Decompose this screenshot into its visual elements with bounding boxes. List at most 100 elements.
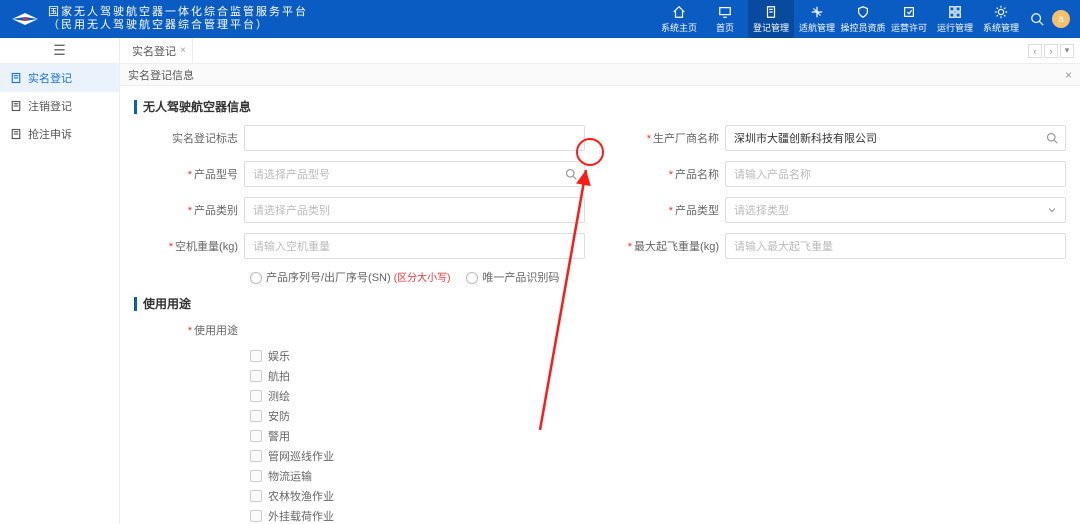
gear-icon [994, 5, 1008, 19]
checkbox-icon [250, 490, 262, 502]
nav-label: 操控员资质 [840, 21, 885, 34]
usage-checkbox[interactable]: 物流运输 [250, 468, 1066, 484]
tab-menu-button[interactable]: ▾ [1060, 44, 1074, 58]
label-category: 产品类别 [134, 202, 244, 218]
usage-option-label: 警用 [268, 428, 290, 444]
search-icon[interactable] [1045, 131, 1059, 145]
label-usage: 使用用途 [134, 322, 244, 338]
checkbox-icon [250, 450, 262, 462]
nav-item[interactable]: 登记管理 [748, 0, 794, 38]
checkbox-icon [250, 510, 262, 522]
usage-checkbox[interactable]: 测绘 [250, 388, 1066, 404]
placeholder-text: 请输入空机重量 [253, 238, 330, 254]
grid-icon [948, 5, 962, 19]
sidebar-collapse-button[interactable]: ☰ [0, 38, 119, 64]
nav-label: 首页 [716, 21, 734, 34]
doc-icon [10, 100, 22, 112]
app-logo [10, 9, 40, 29]
avatar[interactable]: a [1052, 10, 1070, 28]
usage-checkbox[interactable]: 航拍 [250, 368, 1066, 384]
tab-label: 实名登记 [132, 43, 176, 59]
search-icon[interactable] [1030, 12, 1044, 26]
sidebar-item-label: 注销登记 [28, 98, 72, 114]
nav-item[interactable]: 适航管理 [794, 0, 840, 38]
label-product-name: 产品名称 [615, 166, 725, 182]
radio-sn[interactable]: 产品序列号/出厂序号(SN) (区分大小写) [250, 269, 450, 285]
nav-item[interactable]: 系统主页 [656, 0, 702, 38]
checkbox-icon [250, 390, 262, 402]
nav-label: 系统主页 [661, 21, 697, 34]
close-icon[interactable]: × [180, 45, 186, 56]
doc-icon [10, 128, 22, 140]
sidebar-item-label: 抢注申诉 [28, 126, 72, 142]
nav-item[interactable]: 首页 [702, 0, 748, 38]
nav-label: 运营许可 [891, 21, 927, 34]
app-title-2: （民用无人驾驶航空器综合管理平台） [48, 19, 308, 32]
cert-icon [902, 5, 916, 19]
checkbox-icon [250, 430, 262, 442]
product-name-input[interactable]: 请输入产品名称 [725, 161, 1066, 187]
placeholder-text: 请输入最大起飞重量 [734, 238, 833, 254]
usage-option-label: 航拍 [268, 368, 290, 384]
product-model-input[interactable]: 请选择产品型号 [244, 161, 585, 187]
product-category-select[interactable]: 请选择产品类别 [244, 197, 585, 223]
home-icon [672, 5, 686, 19]
tab-realname-register[interactable]: 实名登记 × [126, 38, 193, 64]
search-icon[interactable] [564, 167, 578, 181]
manufacturer-value: 深圳市大疆创新科技有限公司 [734, 130, 877, 146]
label-reg-mark: 实名登记标志 [134, 130, 244, 146]
placeholder-text: 请选择产品类别 [253, 202, 330, 218]
nav-item[interactable]: 运行管理 [932, 0, 978, 38]
usage-option-label: 安防 [268, 408, 290, 424]
placeholder-text: 请选择类型 [734, 202, 789, 218]
label-model: 产品型号 [134, 166, 244, 182]
plane-icon [810, 5, 824, 19]
radio-uid[interactable]: 唯一产品识别码 [466, 269, 559, 285]
breadcrumb: 实名登记信息 [128, 67, 194, 83]
nav-item[interactable]: 运营许可 [886, 0, 932, 38]
product-type-select[interactable]: 请选择类型 [725, 197, 1066, 223]
checkbox-icon [250, 470, 262, 482]
usage-checkbox[interactable]: 娱乐 [250, 348, 1066, 364]
nav-label: 运行管理 [937, 21, 973, 34]
usage-option-label: 娱乐 [268, 348, 290, 364]
nav-item[interactable]: 操控员资质 [840, 0, 886, 38]
usage-checkbox[interactable]: 警用 [250, 428, 1066, 444]
label-type: 产品类型 [615, 202, 725, 218]
sidebar-item[interactable]: 实名登记 [0, 64, 119, 92]
label-manufacturer: 生产厂商名称 [615, 130, 725, 146]
usage-option-label: 物流运输 [268, 468, 312, 484]
nav-item[interactable]: 系统管理 [978, 0, 1024, 38]
sidebar-item[interactable]: 抢注申诉 [0, 120, 119, 148]
label-mtow: 最大起飞重量(kg) [615, 238, 725, 254]
usage-option-label: 外挂载荷作业 [268, 508, 334, 524]
usage-checkbox[interactable]: 安防 [250, 408, 1066, 424]
label-empty-weight: 空机重量(kg) [134, 238, 244, 254]
empty-weight-input[interactable]: 请输入空机重量 [244, 233, 585, 259]
nav-label: 适航管理 [799, 21, 835, 34]
chevron-down-icon[interactable] [1045, 203, 1059, 217]
checkbox-icon [250, 410, 262, 422]
checkbox-icon [250, 370, 262, 382]
usage-checkbox[interactable]: 外挂载荷作业 [250, 508, 1066, 524]
usage-option-label: 管网巡线作业 [268, 448, 334, 464]
doc-icon [10, 72, 22, 84]
usage-option-label: 农林牧渔作业 [268, 488, 334, 504]
close-icon[interactable]: × [1065, 68, 1072, 82]
tab-prev-button[interactable]: ‹ [1028, 44, 1042, 58]
placeholder-text: 请选择产品型号 [253, 166, 330, 182]
sidebar-item-label: 实名登记 [28, 70, 72, 86]
manufacturer-input[interactable]: 深圳市大疆创新科技有限公司 [725, 125, 1066, 151]
placeholder-text: 请输入产品名称 [734, 166, 811, 182]
mtow-input[interactable]: 请输入最大起飞重量 [725, 233, 1066, 259]
doc-icon [764, 5, 778, 19]
section-title-aircraft: 无人驾驶航空器信息 [134, 98, 1066, 115]
shield-icon [856, 5, 870, 19]
checkbox-icon [250, 350, 262, 362]
usage-checkbox[interactable]: 管网巡线作业 [250, 448, 1066, 464]
reg-mark-input[interactable] [244, 125, 585, 151]
usage-checkbox[interactable]: 农林牧渔作业 [250, 488, 1066, 504]
monitor-icon [718, 5, 732, 19]
tab-next-button[interactable]: › [1044, 44, 1058, 58]
sidebar-item[interactable]: 注销登记 [0, 92, 119, 120]
